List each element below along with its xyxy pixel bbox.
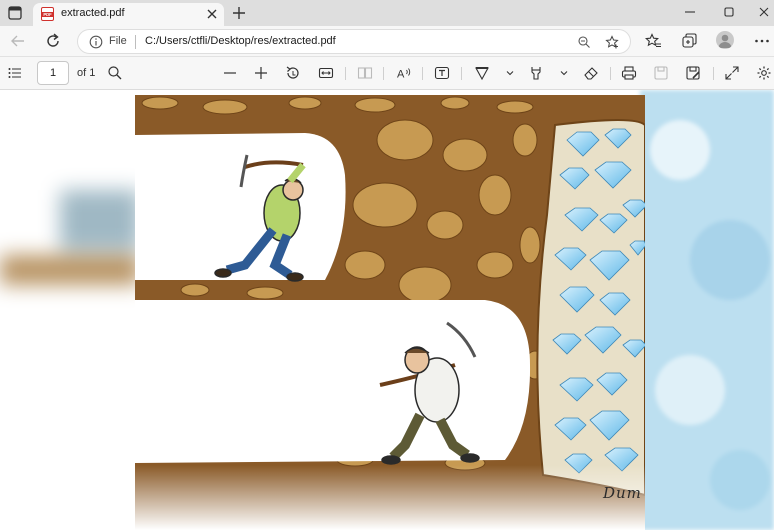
maximize-icon[interactable] bbox=[721, 4, 737, 20]
toolbar-separator bbox=[610, 67, 611, 80]
plus-icon[interactable] bbox=[230, 4, 248, 22]
address-separator bbox=[135, 35, 136, 49]
zoom-icon[interactable] bbox=[577, 35, 591, 49]
chevron-down-icon[interactable] bbox=[556, 65, 572, 81]
active-tab[interactable]: PDF extracted.pdf bbox=[33, 3, 224, 26]
background-blur-left bbox=[0, 90, 140, 530]
zoom-in-icon[interactable] bbox=[253, 65, 269, 81]
tab-actions-icon bbox=[8, 6, 22, 20]
pdf-file-icon: PDF bbox=[41, 7, 54, 21]
rotate-icon[interactable] bbox=[285, 65, 301, 81]
save-icon[interactable] bbox=[653, 65, 669, 81]
tab-actions-button[interactable] bbox=[4, 2, 26, 24]
favorites-icon[interactable] bbox=[644, 32, 662, 50]
navigation-bar: File C:/Users/ctfli/Desktop/res/extracte… bbox=[0, 26, 774, 57]
minimize-icon[interactable] bbox=[682, 5, 698, 19]
search-icon[interactable] bbox=[107, 65, 123, 81]
address-url[interactable]: C:/Users/ctfli/Desktop/res/extracted.pdf bbox=[145, 35, 336, 47]
pdf-viewport[interactable]: Dum bbox=[0, 90, 774, 530]
highlight-icon[interactable] bbox=[528, 65, 544, 81]
save-as-icon[interactable] bbox=[685, 65, 701, 81]
scheme-label: File bbox=[109, 35, 127, 47]
zoom-out-icon[interactable] bbox=[222, 65, 238, 81]
background-blur-right bbox=[640, 90, 774, 530]
close-icon[interactable] bbox=[205, 7, 219, 21]
refresh-icon[interactable] bbox=[44, 32, 62, 50]
contents-icon[interactable] bbox=[7, 65, 23, 81]
avatar-glyph bbox=[718, 34, 732, 48]
browser-window: PDF extracted.pdf File C:/Users/ctfli/De… bbox=[0, 0, 774, 530]
toolbar-separator bbox=[422, 67, 423, 80]
info-icon[interactable] bbox=[89, 35, 103, 49]
print-icon[interactable] bbox=[621, 65, 637, 81]
back-arrow-icon[interactable] bbox=[9, 32, 27, 50]
fit-page-icon[interactable] bbox=[318, 65, 334, 81]
profile-icon[interactable] bbox=[716, 31, 734, 49]
tab-strip: PDF extracted.pdf bbox=[0, 0, 774, 26]
pdf-toolbar: 1 of 1 A bbox=[0, 57, 774, 90]
artist-signature: Dum bbox=[603, 484, 642, 502]
collections-icon[interactable] bbox=[680, 32, 698, 50]
draw-icon[interactable] bbox=[474, 65, 490, 81]
tab-title: extracted.pdf bbox=[61, 7, 125, 19]
address-bar[interactable]: File C:/Users/ctfli/Desktop/res/extracte… bbox=[77, 29, 631, 54]
svg-text:PDF: PDF bbox=[43, 12, 52, 17]
favorite-add-icon[interactable] bbox=[605, 35, 619, 49]
chevron-down-icon[interactable] bbox=[502, 65, 518, 81]
toolbar-separator bbox=[345, 67, 346, 80]
text-icon[interactable] bbox=[434, 65, 450, 81]
page-view-icon[interactable] bbox=[357, 65, 373, 81]
read-aloud-icon[interactable]: A bbox=[396, 65, 412, 81]
cartoon-illustration bbox=[135, 95, 645, 530]
svg-text:A: A bbox=[397, 69, 405, 81]
toolbar-separator bbox=[461, 67, 462, 80]
page-count: of 1 bbox=[77, 67, 96, 79]
close-icon[interactable] bbox=[756, 4, 772, 20]
more-icon[interactable] bbox=[753, 32, 771, 50]
page-number-input[interactable]: 1 bbox=[37, 61, 69, 85]
settings-icon[interactable] bbox=[756, 65, 772, 81]
fullscreen-icon[interactable] bbox=[724, 65, 740, 81]
toolbar-separator bbox=[713, 67, 714, 80]
toolbar-separator bbox=[383, 67, 384, 80]
pdf-page: Dum bbox=[135, 95, 645, 530]
eraser-icon[interactable] bbox=[583, 65, 599, 81]
